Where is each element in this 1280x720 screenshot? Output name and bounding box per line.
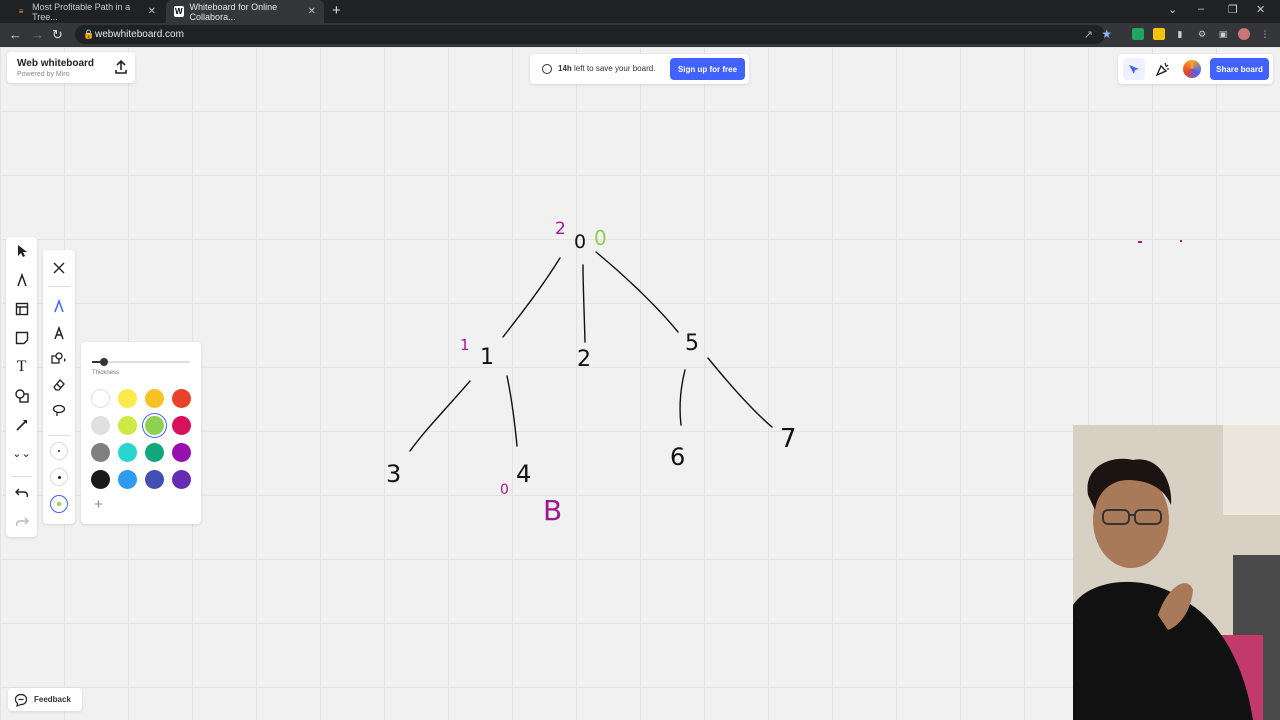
tab-title: Most Profitable Path in a Tree...: [32, 1, 131, 22]
time-left: 14h: [558, 64, 572, 73]
extension-icon[interactable]: [1132, 28, 1144, 40]
app-subtitle: Powered by Miro: [17, 71, 70, 78]
eraser-icon[interactable]: [48, 374, 70, 396]
lasso-icon[interactable]: [48, 400, 70, 422]
url-field[interactable]: 🔒 webwhiteboard.com ↗ ★: [75, 25, 1112, 44]
forward-icon[interactable]: →: [31, 27, 44, 42]
extension-icon[interactable]: [1153, 28, 1165, 40]
lock-icon: 🔒: [83, 29, 95, 39]
code-icon: ≡: [18, 7, 24, 16]
undo-icon[interactable]: [11, 482, 32, 503]
sticky-note-icon[interactable]: [11, 327, 32, 348]
tab-whiteboard[interactable]: W Whiteboard for Online Collabora... ✕: [166, 0, 324, 23]
close-icon[interactable]: [48, 257, 70, 279]
more-tools-icon[interactable]: ⌄⌄: [11, 443, 32, 464]
text-tool-icon[interactable]: T: [11, 356, 32, 377]
color-swatch[interactable]: [118, 416, 137, 435]
thickness-slider-thumb[interactable]: [100, 358, 108, 366]
shape-pen-icon[interactable]: [48, 348, 70, 370]
color-swatch[interactable]: [172, 443, 191, 462]
color-swatch[interactable]: [172, 470, 191, 489]
pen-toolbar: [43, 250, 75, 524]
tab-profitable-path[interactable]: ≡ Most Profitable Path in a Tree... ✕: [8, 0, 164, 23]
chart-extension-icon[interactable]: ▮: [1174, 28, 1186, 40]
user-avatar[interactable]: [1181, 58, 1203, 80]
save-message: left to save your board.: [574, 64, 656, 73]
close-window-icon[interactable]: ✕: [1256, 3, 1265, 16]
chevron-down-icon[interactable]: ⌄: [1168, 3, 1177, 16]
divider: [48, 435, 70, 436]
puzzle-icon[interactable]: ⚙: [1196, 28, 1208, 40]
share-board-button[interactable]: Share board: [1210, 58, 1269, 80]
color-swatch[interactable]: [118, 470, 137, 489]
color-swatch[interactable]: [172, 389, 191, 408]
w-icon: W: [174, 6, 184, 17]
close-icon[interactable]: ✕: [308, 6, 316, 17]
color-swatch[interactable]: [145, 443, 164, 462]
close-icon[interactable]: ✕: [148, 6, 156, 17]
redo-icon[interactable]: [11, 511, 32, 532]
thickness-label: Thickness: [92, 370, 120, 376]
more-icon[interactable]: ⋮: [1259, 28, 1271, 40]
main-toolbar: T ⌄⌄: [6, 237, 37, 537]
color-panel: Thickness +: [81, 342, 201, 524]
divider: [11, 476, 32, 477]
color-swatch[interactable]: [145, 470, 164, 489]
highlighter-icon[interactable]: [48, 322, 70, 344]
restore-icon[interactable]: ❐: [1228, 3, 1238, 16]
color-swatch[interactable]: [91, 389, 110, 408]
new-tab-button[interactable]: +: [332, 2, 341, 19]
thin-stroke-option[interactable]: [48, 440, 70, 462]
color-swatch[interactable]: [145, 389, 164, 408]
share-icon[interactable]: ↗: [1084, 28, 1093, 41]
color-swatch[interactable]: [145, 416, 164, 435]
webcam-frame: [1073, 425, 1280, 720]
tab-title: Whiteboard for Online Collabora...: [189, 1, 278, 22]
url-text: webwhiteboard.com: [95, 29, 184, 40]
brand-card: Web whiteboard Powered by Miro: [7, 52, 135, 83]
tab-bar: ≡ Most Profitable Path in a Tree... ✕ W …: [0, 0, 1280, 23]
avatar[interactable]: [1238, 28, 1250, 40]
select-tool-icon[interactable]: [11, 240, 32, 261]
webcam-video: [1073, 425, 1280, 720]
shapes-icon[interactable]: [11, 385, 32, 406]
color-swatch[interactable]: [91, 470, 110, 489]
color-swatch[interactable]: [118, 443, 137, 462]
clock-icon: [542, 64, 552, 74]
feedback-button[interactable]: Feedback: [8, 688, 82, 711]
signup-button[interactable]: Sign up for free: [670, 58, 745, 80]
chat-icon: [14, 693, 28, 707]
pen-icon[interactable]: [48, 295, 70, 317]
pen-tool-icon[interactable]: [11, 269, 32, 290]
reactions-icon[interactable]: [1123, 58, 1145, 80]
star-icon[interactable]: ★: [1101, 27, 1112, 41]
minimize-icon[interactable]: –: [1198, 3, 1204, 15]
sidebar-icon[interactable]: ▣: [1217, 28, 1229, 40]
divider: [48, 286, 70, 287]
template-icon[interactable]: [11, 298, 32, 319]
color-swatch[interactable]: [91, 416, 110, 435]
add-color-icon[interactable]: +: [94, 496, 103, 513]
medium-stroke-option[interactable]: [48, 466, 70, 488]
app-title: Web whiteboard: [17, 58, 95, 69]
connector-icon[interactable]: [11, 414, 32, 435]
color-swatch[interactable]: [91, 443, 110, 462]
color-swatch[interactable]: [118, 389, 137, 408]
reload-icon[interactable]: ↻: [52, 27, 63, 43]
address-bar: ← → ↻ 🔒 webwhiteboard.com ↗ ★ ▮ ⚙ ▣ ⋮: [0, 23, 1280, 47]
color-swatch[interactable]: [172, 416, 191, 435]
upload-icon[interactable]: [113, 59, 129, 75]
celebrate-icon[interactable]: [1152, 58, 1174, 80]
back-icon[interactable]: ←: [9, 27, 22, 42]
top-right-toolbar: Share board: [1118, 54, 1273, 84]
selected-color-option[interactable]: [48, 493, 70, 515]
feedback-label: Feedback: [34, 695, 71, 704]
save-banner: 14h left to save your board. Sign up for…: [530, 54, 749, 84]
